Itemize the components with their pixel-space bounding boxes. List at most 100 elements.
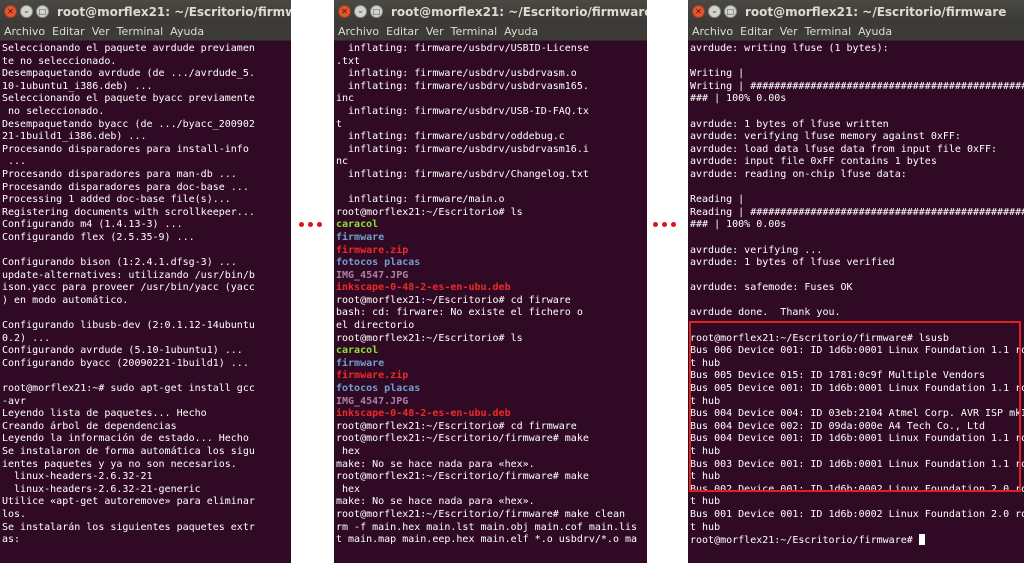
terminal-line: Procesando disparadores para man-db ... bbox=[2, 168, 237, 180]
terminal-line: Creando árbol de dependencias bbox=[2, 420, 177, 432]
terminal-line: 10-1ubuntu1_i386.deb) ... bbox=[2, 80, 153, 92]
menu-ayuda[interactable]: Ayuda bbox=[170, 25, 204, 38]
title-bar[interactable]: ✕ – □ root@morflex21: ~/Escritorio/firmw… bbox=[688, 0, 1024, 23]
terminal-line: Utilice «apt-get autoremove» para elimin… bbox=[2, 496, 255, 508]
menu-terminal[interactable]: Terminal bbox=[117, 25, 164, 38]
terminal-line: IMG_4547.JPG bbox=[336, 395, 409, 407]
terminal-line: Desempaquetando byacc (de .../byacc_2009… bbox=[2, 118, 255, 130]
window-title: root@morflex21: ~/Escritorio/firmware bbox=[57, 4, 291, 19]
ellipsis-separator bbox=[653, 222, 676, 227]
terminal-line: root@morflex21:~/Escritorio# cd firware bbox=[336, 294, 571, 306]
terminal-line: Configurando libusb-dev (2:0.1.12-14ubun… bbox=[2, 320, 255, 332]
terminal-line: update-alternatives: utilizando /usr/bin… bbox=[2, 269, 255, 281]
terminal-line: avrdude: input file 0xFF contains 1 byte… bbox=[690, 156, 937, 168]
terminal-line: Configurando m4 (1.4.13-3) ... bbox=[2, 219, 183, 231]
menu-archivo[interactable]: Archivo bbox=[692, 25, 733, 38]
terminal-line: linux-headers-2.6.32-21 bbox=[2, 471, 153, 483]
terminal-line: Leyendo la información de estado... Hech… bbox=[2, 433, 249, 445]
terminal-line: root@morflex21:~/Escritorio# ls bbox=[336, 332, 523, 344]
terminal-line: nc bbox=[336, 156, 349, 168]
window-title: root@morflex21: ~/Escritorio/firmware bbox=[391, 4, 647, 19]
text-cursor bbox=[918, 534, 925, 546]
menu-ver[interactable]: Ver bbox=[92, 25, 110, 38]
terminal-line: root@morflex21:~/Escritorio# cd firmware bbox=[336, 420, 577, 432]
title-bar[interactable]: ✕ – □ root@morflex21: ~/Escritorio/firmw… bbox=[334, 0, 647, 23]
maximize-icon[interactable]: □ bbox=[724, 5, 737, 18]
terminal-line: rm -f main.hex main.lst main.obj main.co… bbox=[336, 521, 638, 533]
maximize-icon[interactable]: □ bbox=[36, 5, 49, 18]
menu-bar: Archivo Editar Ver Terminal Ayuda bbox=[0, 23, 291, 41]
menu-editar[interactable]: Editar bbox=[386, 25, 419, 38]
menu-ver[interactable]: Ver bbox=[426, 25, 444, 38]
menu-archivo[interactable]: Archivo bbox=[338, 25, 379, 38]
minimize-icon[interactable]: – bbox=[354, 5, 367, 18]
terminal-line: inc bbox=[336, 93, 355, 105]
terminal-line: inflating: firmware/usbdrv/USB-ID-FAQ.tx bbox=[336, 105, 589, 117]
terminal-line: make: No se hace nada para «hex». bbox=[336, 458, 535, 470]
terminal-line: inkscape-0-48-2-es-en-ubu.deb bbox=[336, 282, 511, 294]
menu-archivo[interactable]: Archivo bbox=[4, 25, 45, 38]
terminal-line: avrdude: reading on-chip lfuse data: bbox=[690, 168, 907, 180]
terminal-line: avrdude: 1 bytes of lfuse written bbox=[690, 118, 889, 130]
terminal-line: Bus 001 Device 001: ID 1d6b:0002 Linux F… bbox=[690, 508, 1024, 520]
terminal-window-1[interactable]: ✕ – □ root@morflex21: ~/Escritorio/firmw… bbox=[0, 0, 291, 563]
terminal-line: firmware.zip bbox=[336, 244, 409, 256]
terminal-line: make: No se hace nada para «hex». bbox=[336, 496, 535, 508]
minimize-icon[interactable]: – bbox=[708, 5, 721, 18]
menu-terminal[interactable]: Terminal bbox=[805, 25, 852, 38]
terminal-line: no seleccionado. bbox=[2, 105, 105, 117]
terminal-line: inflating: firmware/usbdrv/usbdrvasm.o bbox=[336, 68, 577, 80]
terminal-line: Reading | ##############################… bbox=[690, 206, 1024, 218]
close-icon[interactable]: ✕ bbox=[338, 5, 351, 18]
terminal-line: ... bbox=[2, 156, 27, 168]
terminal-line: root@morflex21:~/Escritorio/firmware# ma… bbox=[336, 433, 589, 445]
menu-ver[interactable]: Ver bbox=[780, 25, 798, 38]
menu-bar: Archivo Editar Ver Terminal Ayuda bbox=[688, 23, 1024, 41]
terminal-line: hex bbox=[336, 483, 361, 495]
menu-editar[interactable]: Editar bbox=[740, 25, 773, 38]
terminal-line: root@morflex21:~# sudo apt-get install g… bbox=[2, 383, 255, 395]
menu-terminal[interactable]: Terminal bbox=[451, 25, 498, 38]
maximize-icon[interactable]: □ bbox=[370, 5, 383, 18]
menu-editar[interactable]: Editar bbox=[52, 25, 85, 38]
terminal-line: Se instalaron de forma automática los si… bbox=[2, 446, 255, 457]
terminal-window-2[interactable]: ✕ – □ root@morflex21: ~/Escritorio/firmw… bbox=[334, 0, 647, 563]
terminal-line: avrdude: load data lfuse data from input… bbox=[690, 143, 998, 155]
terminal-line: inflating: firmware/usbdrv/usbdrvasm16.i bbox=[336, 143, 589, 155]
terminal-line: firmware bbox=[336, 231, 385, 243]
terminal-line: avrdude: 1 bytes of lfuse verified bbox=[690, 257, 895, 269]
terminal-line: linux-headers-2.6.32-21-generic bbox=[2, 483, 201, 495]
terminal-line: Se instalarán los siguientes paquetes ex… bbox=[2, 521, 255, 533]
terminal-line: root@morflex21:~/Escritorio/firmware# ma… bbox=[336, 471, 589, 483]
terminal-line: fotocos placas bbox=[336, 257, 421, 269]
terminal-line: inflating: firmware/usbdrv/usbdrvasm165. bbox=[336, 80, 589, 92]
terminal-line: Seleccionando el paquete avrdude previam… bbox=[2, 43, 255, 54]
close-icon[interactable]: ✕ bbox=[692, 5, 705, 18]
terminal-line: t hub bbox=[690, 521, 721, 533]
menu-bar: Archivo Editar Ver Terminal Ayuda bbox=[334, 23, 647, 41]
close-icon[interactable]: ✕ bbox=[4, 5, 17, 18]
terminal-output[interactable]: inflating: firmware/usbdrv/USBID-License… bbox=[334, 41, 647, 547]
terminal-line: root@morflex21:~/Escritorio# ls bbox=[336, 206, 523, 218]
title-bar[interactable]: ✕ – □ root@morflex21: ~/Escritorio/firmw… bbox=[0, 0, 291, 23]
terminal-line: inflating: firmware/usbdrv/oddebug.c bbox=[336, 131, 565, 143]
terminal-line: .txt bbox=[336, 55, 361, 67]
terminal-line: t hub bbox=[690, 496, 721, 508]
terminal-line: Leyendo lista de paquetes... Hecho bbox=[2, 408, 207, 420]
menu-ayuda[interactable]: Ayuda bbox=[858, 25, 892, 38]
menu-ayuda[interactable]: Ayuda bbox=[504, 25, 538, 38]
terminal-line: fotocos placas bbox=[336, 383, 421, 395]
terminal-line: as: bbox=[2, 534, 21, 546]
terminal-line: Registering documents with scrollkeeper.… bbox=[2, 206, 255, 218]
terminal-output[interactable]: Seleccionando el paquete avrdude previam… bbox=[0, 41, 291, 547]
minimize-icon[interactable]: – bbox=[20, 5, 33, 18]
terminal-line: ) en modo automático. bbox=[2, 294, 129, 306]
terminal-line: Configurando avrdude (5.10-1ubuntu1) ... bbox=[2, 345, 243, 357]
lsusb-highlight-box bbox=[689, 321, 1021, 492]
